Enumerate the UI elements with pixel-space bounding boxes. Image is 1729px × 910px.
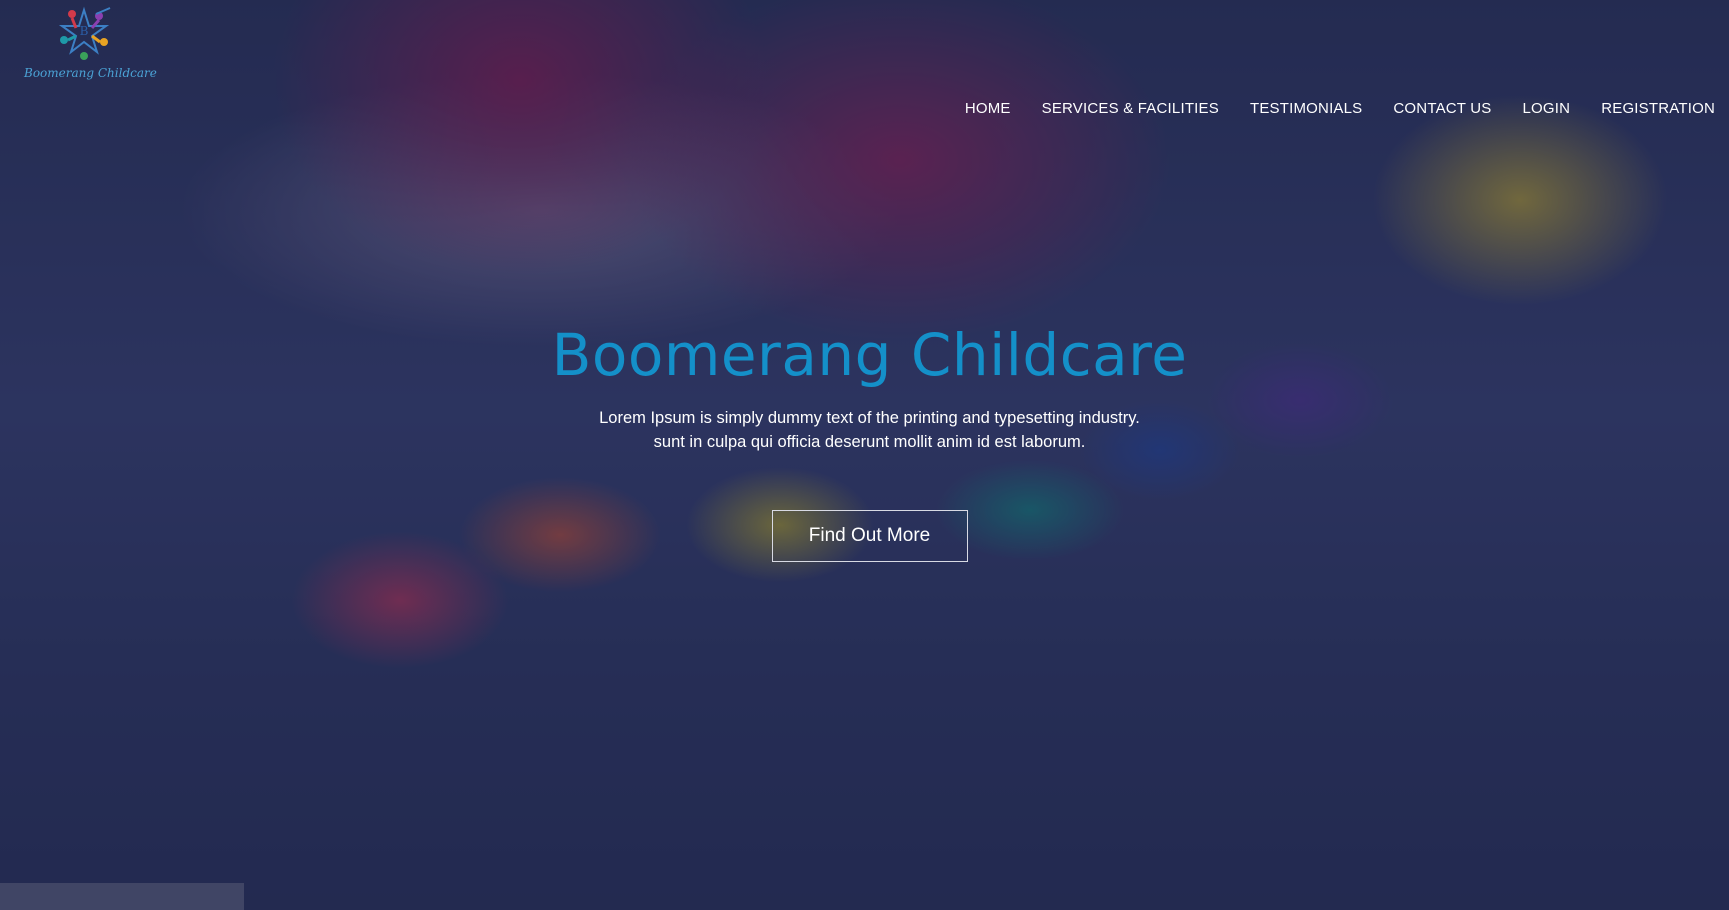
nav-link-services-facilities[interactable]: SERVICES & FACILITIES bbox=[1042, 100, 1219, 117]
nav-item-registration: REGISTRATION bbox=[1601, 98, 1715, 117]
nav-link-home[interactable]: HOME bbox=[965, 100, 1011, 117]
nav-link-testimonials[interactable]: TESTIMONIALS bbox=[1250, 100, 1362, 117]
main-navigation: HOME SERVICES & FACILITIES TESTIMONIALS … bbox=[965, 98, 1715, 117]
nav-link-contact-us[interactable]: CONTACT US bbox=[1393, 100, 1491, 117]
nav-link-login[interactable]: LOGIN bbox=[1523, 100, 1571, 117]
nav-link-registration[interactable]: REGISTRATION bbox=[1601, 100, 1715, 117]
logo-text: Boomerang Childcare bbox=[24, 66, 157, 80]
site-logo[interactable]: B Boomerang Childcare bbox=[24, 4, 157, 80]
hero-content: Boomerang Childcare Lorem Ipsum is simpl… bbox=[5, 318, 1729, 562]
bottom-left-strip bbox=[0, 883, 244, 910]
logo-monogram: B bbox=[80, 24, 89, 38]
nav-item-login: LOGIN bbox=[1523, 98, 1571, 117]
hero-title: Boomerang Childcare bbox=[551, 321, 1188, 389]
nav-item-services: SERVICES & FACILITIES bbox=[1042, 98, 1219, 117]
logo-icon: B bbox=[58, 6, 111, 60]
hero-description: Lorem Ipsum is simply dummy text of the … bbox=[5, 406, 1729, 454]
nav-item-contact: CONTACT US bbox=[1393, 98, 1491, 117]
hero-section: B Boomerang Childcare HOME SERVICES & FA… bbox=[0, 0, 1729, 910]
hero-description-line-1: Lorem Ipsum is simply dummy text of the … bbox=[599, 409, 1140, 427]
hero-description-line-2: sunt in culpa qui officia deserunt molli… bbox=[653, 433, 1086, 451]
nav-item-home: HOME bbox=[965, 98, 1011, 117]
nav-item-testimonials: TESTIMONIALS bbox=[1250, 98, 1362, 117]
find-out-more-button[interactable]: Find Out More bbox=[771, 510, 968, 562]
